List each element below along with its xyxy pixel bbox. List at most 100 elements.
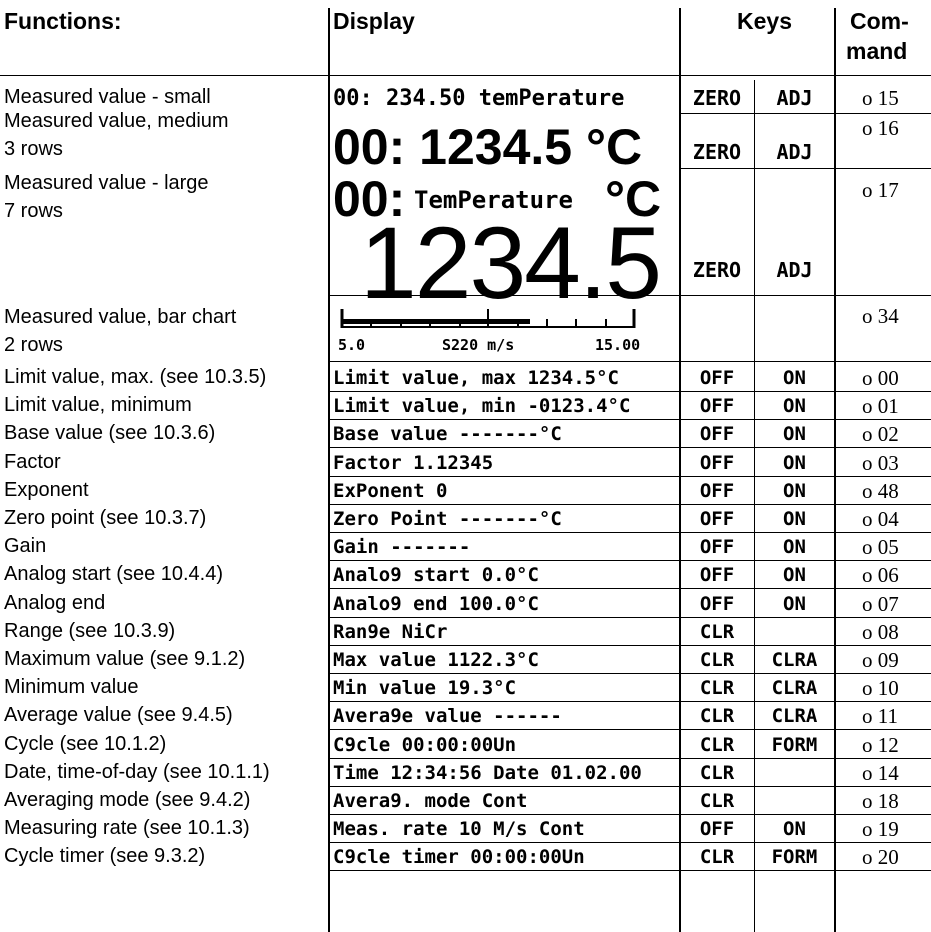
- display-text: Avera9. mode Cont: [333, 790, 528, 812]
- function-label: Limit value, max. (see 10.3.5): [4, 366, 267, 388]
- command-code: o 06: [862, 563, 899, 588]
- row-divider: [330, 842, 931, 844]
- divider-command: [834, 8, 836, 932]
- key-1: CLR: [699, 705, 735, 728]
- row-divider: [330, 870, 931, 872]
- row-divider: [330, 532, 931, 533]
- key-2: CLRA: [771, 677, 818, 700]
- command-code: o 09: [862, 648, 899, 672]
- functions-table: Functions: Display Keys Com- mand Measur…: [0, 0, 931, 932]
- display-text: Analo9 start 0.0°C: [333, 564, 539, 587]
- row-divider: [330, 503, 931, 505]
- command-code: o 07: [862, 591, 899, 616]
- divider-display: [328, 8, 330, 932]
- header-underline: [0, 75, 931, 76]
- function-sublabel: 2 rows: [4, 334, 63, 356]
- key-2: ON: [783, 592, 806, 615]
- key-1: OFF: [699, 536, 735, 559]
- key-1: OFF: [699, 508, 735, 530]
- key-2: ON: [783, 508, 806, 530]
- key-2: ADJ: [776, 86, 813, 110]
- command-code: o 03: [862, 450, 899, 475]
- command-code: o 48: [862, 478, 899, 503]
- row-divider: [330, 729, 931, 731]
- key-1: OFF: [699, 395, 735, 418]
- command-code: o 08: [862, 619, 899, 644]
- command-code: o 02: [862, 422, 899, 447]
- function-label: Averaging mode (see 9.4.2): [4, 789, 251, 811]
- display-text: Min value 19.3°C: [333, 677, 517, 700]
- command-code: o 05: [862, 535, 899, 560]
- display-text: Limit value, min -0123.4°C: [333, 395, 631, 418]
- display-text: Avera9e value ------: [333, 705, 562, 728]
- function-label: Cycle timer (see 9.3.2): [4, 845, 206, 868]
- row-divider: [330, 701, 931, 703]
- key-1: CLR: [699, 733, 735, 756]
- key-1: ZERO: [692, 140, 742, 164]
- key-2: CLRA: [771, 649, 818, 671]
- row-divider: [330, 814, 931, 815]
- command-code: o 00: [862, 366, 899, 390]
- function-label: Measured value, medium: [4, 110, 229, 132]
- row-divider: [680, 168, 931, 169]
- header-keys: Keys: [737, 8, 792, 34]
- bar-label-left: 5.0: [338, 336, 366, 354]
- display-text: Zero Point -------°C: [333, 508, 562, 530]
- key-2: ON: [783, 564, 806, 587]
- key-2: ADJ: [776, 140, 813, 164]
- key-2: FORM: [771, 733, 818, 756]
- key-2: ON: [783, 818, 806, 841]
- key-1: CLR: [699, 649, 735, 671]
- function-sublabel: 7 rows: [4, 200, 63, 222]
- function-label: Factor: [4, 450, 61, 473]
- key-1: CLR: [699, 620, 735, 643]
- key-1: CLR: [699, 790, 735, 812]
- function-label: Limit value, minimum: [4, 394, 192, 417]
- key-2: CLRA: [771, 705, 818, 728]
- display-text: Analo9 end 100.0°C: [333, 592, 539, 615]
- display-text: Factor 1.12345: [333, 451, 494, 474]
- command-code: o 18: [862, 789, 899, 813]
- function-label: Analog start (see 10.4.4): [4, 563, 224, 586]
- key-2: ON: [783, 367, 806, 389]
- row-divider: [330, 644, 931, 646]
- row-divider: [330, 295, 931, 296]
- key-1: OFF: [699, 479, 735, 502]
- row-divider: [330, 588, 931, 590]
- command-code: o 10: [862, 676, 899, 701]
- header-functions: Functions:: [4, 8, 122, 34]
- row-divider: [330, 475, 931, 477]
- key-1: OFF: [699, 818, 735, 841]
- display-text: 00: 234.50 temPerature: [333, 86, 625, 111]
- display-text: C9cle timer 00:00:00Un: [333, 846, 585, 869]
- function-label: Measured value, bar chart: [4, 306, 237, 328]
- key-1: CLR: [699, 761, 735, 784]
- key-1: OFF: [699, 423, 735, 446]
- row-divider: [330, 419, 931, 421]
- display-text: ExPonent 0: [333, 479, 448, 502]
- display-text: C9cle 00:00:00Un: [333, 733, 517, 756]
- bar-chart-scale: [340, 309, 636, 328]
- divider-key-columns: [754, 80, 755, 932]
- key-2: ON: [783, 451, 806, 474]
- row-divider: [330, 616, 931, 618]
- row-divider: [330, 757, 931, 759]
- row-divider: [330, 361, 931, 362]
- key-1: OFF: [699, 451, 735, 474]
- key-2: FORM: [771, 846, 818, 869]
- function-label: Zero point (see 10.3.7): [4, 507, 207, 529]
- display-text: Time 12:34:56 Date 01.02.00: [333, 761, 642, 784]
- command-code: o 15: [862, 86, 899, 110]
- function-label: Date, time-of-day (see 10.1.1): [4, 760, 270, 783]
- bar-label-right: 15.00: [595, 336, 641, 354]
- key-1: ZERO: [692, 258, 742, 282]
- key-1: CLR: [699, 677, 735, 700]
- function-sublabel: 3 rows: [4, 138, 63, 160]
- command-code: o 16: [862, 116, 899, 140]
- key-2: ON: [783, 479, 806, 502]
- function-label: Cycle (see 10.1.2): [4, 732, 167, 755]
- display-text: Ran9e NiCr: [333, 620, 448, 643]
- command-code: o 19: [862, 817, 899, 842]
- header-display: Display: [333, 8, 415, 34]
- row-divider: [330, 785, 931, 787]
